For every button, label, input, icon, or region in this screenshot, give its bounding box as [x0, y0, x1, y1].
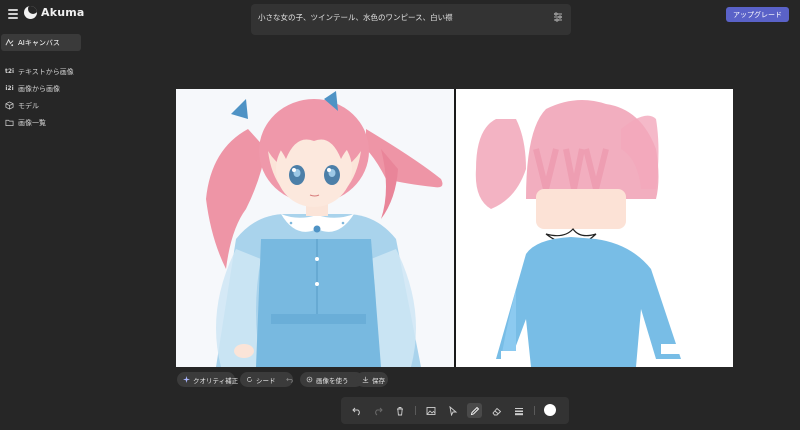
sidebar-item-gallery[interactable]: 画像一覧	[0, 114, 84, 131]
quality-boost-button[interactable]: クオリティ補正	[177, 372, 239, 387]
prompt-text[interactable]: 小さな女の子、ツインテール、水色のワンピース、白い襟	[258, 12, 453, 23]
generated-image[interactable]	[176, 89, 454, 367]
ai-canvas-icon	[5, 38, 14, 47]
upgrade-button[interactable]: アップグレード	[726, 7, 789, 22]
sidebar: AIキャンバス t2i テキストから画像 i2i 画像から画像 モデル 画像一覧	[0, 34, 84, 131]
refresh-icon	[247, 377, 252, 382]
undo-icon[interactable]	[349, 403, 364, 418]
seed-undo-icon[interactable]	[285, 376, 293, 383]
quality-boost-label: クオリティ補正	[193, 376, 239, 385]
sparkle-icon	[183, 376, 190, 383]
redo-icon[interactable]	[370, 403, 385, 418]
sidebar-item-label: 画像一覧	[18, 118, 46, 127]
seed-button[interactable]: シード	[240, 372, 293, 387]
save-label: 保存	[372, 376, 385, 385]
t2i-icon: t2i	[4, 68, 15, 75]
folder-icon	[5, 118, 14, 127]
i2i-icon: i2i	[5, 85, 14, 92]
sidebar-item-image-to-image[interactable]: i2i 画像から画像	[0, 80, 84, 97]
download-icon	[362, 376, 369, 383]
eraser-icon[interactable]	[489, 403, 504, 418]
pencil-icon[interactable]	[467, 403, 482, 418]
app-logo[interactable]: Akuma	[24, 6, 85, 19]
prompt-input[interactable]: 小さな女の子、ツインテール、水色のワンピース、白い襟	[251, 4, 571, 35]
select-icon[interactable]	[445, 403, 460, 418]
sidebar-item-label: 画像から画像	[18, 84, 60, 93]
drawing-canvas[interactable]	[456, 89, 733, 367]
app-name: Akuma	[41, 6, 85, 19]
sidebar-item-label: モデル	[18, 101, 39, 110]
logo-icon	[24, 6, 37, 19]
drawing-toolbar	[341, 397, 569, 424]
save-button[interactable]: 保存	[356, 372, 388, 387]
image-icon[interactable]	[423, 403, 438, 418]
sidebar-item-models[interactable]: モデル	[0, 97, 84, 114]
hamburger-menu-icon[interactable]	[8, 9, 18, 19]
sidebar-item-text-to-image[interactable]: t2i テキストから画像	[0, 63, 84, 80]
use-image-button[interactable]: 画像を使う	[300, 372, 363, 387]
generated-anime-girl-image	[176, 89, 454, 367]
image-link-icon	[306, 376, 313, 383]
cube-icon	[5, 101, 14, 110]
trash-icon[interactable]	[392, 403, 407, 418]
stroke-width-icon[interactable]	[511, 403, 526, 418]
seed-label: シード	[256, 376, 276, 385]
brush-color-swatch[interactable]	[544, 404, 556, 416]
sidebar-item-label: テキストから画像	[18, 67, 74, 76]
sidebar-item-label: AIキャンバス	[18, 38, 60, 47]
sketch-drawing	[456, 89, 733, 367]
sidebar-item-ai-canvas[interactable]: AIキャンバス	[1, 34, 81, 51]
use-image-label: 画像を使う	[316, 376, 349, 385]
sliders-icon[interactable]	[553, 12, 563, 22]
